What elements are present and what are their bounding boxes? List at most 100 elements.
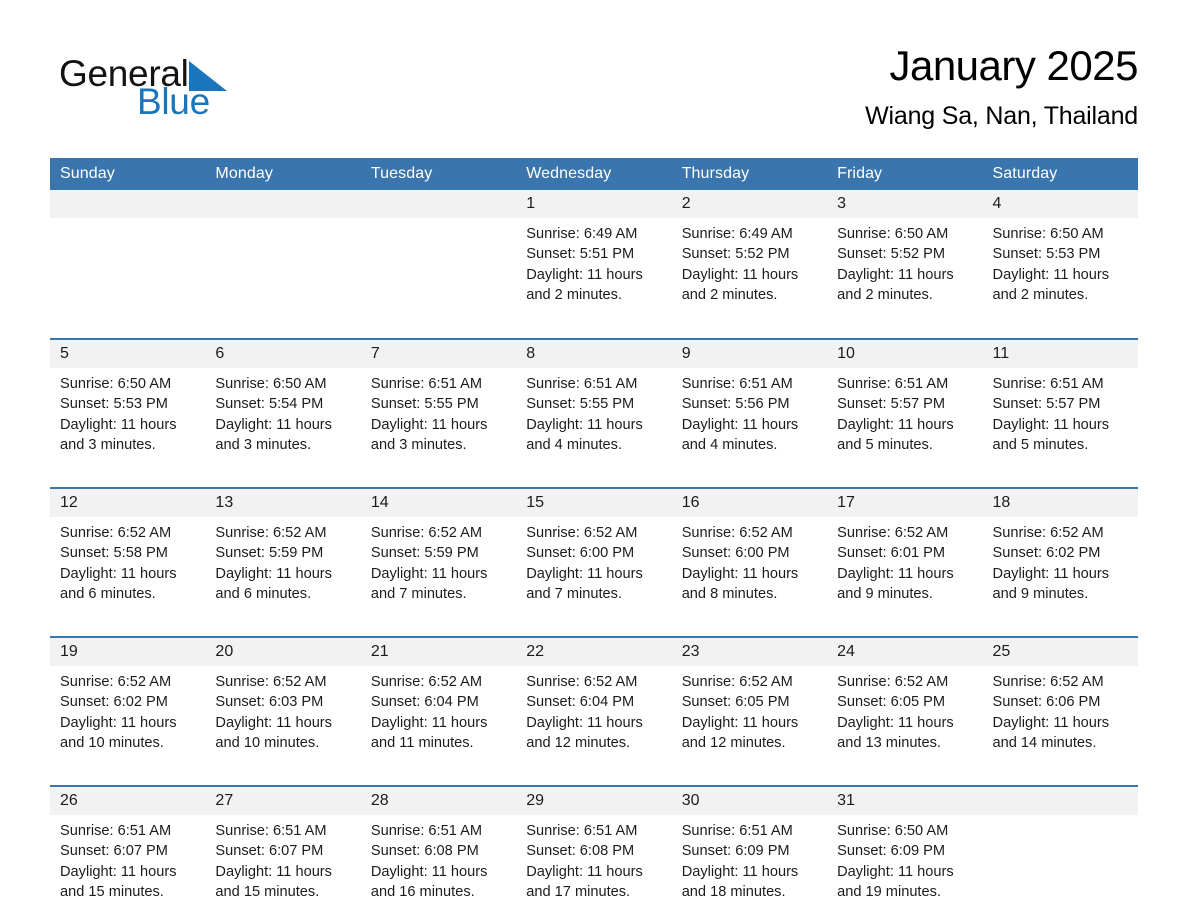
calendar-day-cell[interactable]: 19 Sunrise: 6:52 AM Sunset: 6:02 PM Dayligh… (50, 636, 206, 772)
daylight-text-line2: and 16 minutes. (370, 883, 475, 900)
day-number: 3 (827, 190, 983, 218)
sunrise-text: Sunrise: 6:51 AM (60, 823, 172, 839)
calendar-day-cell[interactable]: 26 Sunrise: 6:51 AM Sunset: 6:07 PM Dayligh… (50, 785, 206, 921)
generalblue-logo[interactable]: General Blue (59, 50, 359, 145)
calendar-day-cell[interactable]: 28 Sunrise: 6:51 AM Sunset: 6:08 PM Dayligh… (360, 785, 517, 921)
sunset-text: Sunset: 5:57 PM (837, 396, 946, 413)
day-number: 25 (982, 638, 1138, 666)
calendar-day-cell[interactable]: 6 Sunrise: 6:50 AM Sunset: 5:54 PM Daylight… (205, 338, 361, 474)
calendar-day-cell[interactable]: 31 Sunrise: 6:50 AM Sunset: 6:09 PM Dayligh… (827, 785, 983, 921)
sunset-text: Sunset: 6:09 PM (837, 843, 946, 860)
sunrise-text: Sunrise: 6:49 AM (526, 226, 638, 242)
day-details: Sunrise: 6:52 AM Sunset: 6:05 PM Daylight:… (672, 666, 827, 753)
daylight-text-line1: Daylight: 11 hours (215, 863, 332, 880)
day-details: Sunrise: 6:52 AM Sunset: 6:00 PM Daylight:… (672, 517, 827, 604)
calendar-day-cell[interactable]: 8 Sunrise: 6:51 AM Sunset: 5:55 PM Daylight… (516, 338, 672, 474)
daylight-text-line2: and 10 minutes. (60, 734, 164, 751)
calendar-day-cell[interactable]: 9 Sunrise: 6:51 AM Sunset: 5:56 PM Daylight… (671, 338, 828, 474)
calendar-day-cell[interactable]: 11 Sunrise: 6:51 AM Sunset: 5:57 PM Dayligh… (982, 338, 1138, 474)
day-details: Sunrise: 6:52 AM Sunset: 5:59 PM Daylight:… (205, 517, 360, 604)
daylight-text-line2: and 12 minutes. (681, 734, 786, 751)
page-title: January 2025 (889, 42, 1138, 89)
calendar-day-cell[interactable]: 24 Sunrise: 6:52 AM Sunset: 6:05 PM Dayligh… (827, 636, 983, 772)
calendar-day-cell[interactable]: 23 Sunrise: 6:52 AM Sunset: 6:05 PM Dayligh… (671, 636, 828, 772)
sunset-text: Sunset: 6:09 PM (681, 843, 790, 860)
sunrise-text: Sunrise: 6:51 AM (215, 823, 327, 839)
calendar-day-cell-empty (982, 785, 1138, 921)
calendar-day-cell[interactable]: 15 Sunrise: 6:52 AM Sunset: 6:00 PM Dayligh… (516, 487, 672, 623)
calendar-day-cell[interactable]: 20 Sunrise: 6:52 AM Sunset: 6:03 PM Dayligh… (205, 636, 361, 772)
sunset-text: Sunset: 5:51 PM (526, 246, 635, 263)
day-details: Sunrise: 6:50 AM Sunset: 5:52 PM Daylight:… (827, 218, 982, 305)
day-number: 28 (360, 787, 517, 815)
sunrise-text: Sunrise: 6:52 AM (215, 674, 327, 690)
calendar-day-cell[interactable]: 22 Sunrise: 6:52 AM Sunset: 6:04 PM Dayligh… (516, 636, 672, 772)
calendar-day-cell[interactable]: 16 Sunrise: 6:52 AM Sunset: 6:00 PM Dayligh… (671, 487, 828, 623)
daylight-text-line2: and 17 minutes. (526, 883, 631, 900)
calendar-day-cell[interactable]: 10 Sunrise: 6:51 AM Sunset: 5:57 PM Dayligh… (827, 338, 983, 474)
day-details: Sunrise: 6:50 AM Sunset: 6:09 PM Daylight:… (827, 815, 982, 902)
sunset-text: Sunset: 5:55 PM (370, 396, 479, 413)
sunrise-text: Sunrise: 6:51 AM (681, 376, 793, 392)
sunrise-text: Sunrise: 6:52 AM (681, 525, 793, 541)
calendar-day-cell[interactable]: 21 Sunrise: 6:52 AM Sunset: 6:04 PM Dayligh… (360, 636, 517, 772)
sunset-text: Sunset: 5:52 PM (681, 246, 790, 263)
calendar-day-cell[interactable]: 7 Sunrise: 6:51 AM Sunset: 5:55 PM Daylight… (360, 338, 517, 474)
calendar-day-cell[interactable]: 25 Sunrise: 6:52 AM Sunset: 6:06 PM Dayligh… (982, 636, 1138, 772)
day-number: 5 (50, 340, 206, 368)
calendar-day-cell[interactable]: 4 Sunrise: 6:50 AM Sunset: 5:53 PM Daylight… (982, 190, 1138, 325)
daylight-text-line1: Daylight: 11 hours (526, 416, 643, 433)
day-number: 8 (516, 340, 672, 368)
sunrise-text: Sunrise: 6:52 AM (60, 525, 172, 541)
daylight-text-line2: and 12 minutes. (526, 734, 631, 751)
sunrise-text: Sunrise: 6:52 AM (681, 674, 793, 690)
week-spacer (50, 772, 1138, 786)
day-number: 15 (516, 489, 672, 517)
day-number (205, 190, 361, 218)
calendar-week-row: 5 Sunrise: 6:50 AM Sunset: 5:53 PM Daylight… (50, 338, 1138, 474)
sunset-text: Sunset: 6:07 PM (215, 843, 324, 860)
daylight-text-line1: Daylight: 11 hours (370, 863, 488, 880)
calendar-day-cell-empty (360, 190, 517, 325)
calendar-day-cell[interactable]: 3 Sunrise: 6:50 AM Sunset: 5:52 PM Daylight… (827, 190, 983, 325)
sunset-text: Sunset: 5:59 PM (215, 545, 324, 562)
day-number: 1 (516, 190, 672, 218)
calendar-day-cell[interactable]: 30 Sunrise: 6:51 AM Sunset: 6:09 PM Dayligh… (671, 785, 828, 921)
day-number: 22 (516, 638, 672, 666)
sunset-text: Sunset: 6:02 PM (60, 694, 168, 711)
daylight-text-line1: Daylight: 11 hours (526, 714, 643, 731)
sunset-text: Sunset: 5:53 PM (60, 396, 168, 413)
calendar-day-cell[interactable]: 5 Sunrise: 6:50 AM Sunset: 5:53 PM Daylight… (50, 338, 206, 474)
sunset-text: Sunset: 5:54 PM (215, 396, 324, 413)
day-number: 17 (827, 489, 983, 517)
daylight-text-line1: Daylight: 11 hours (681, 565, 799, 582)
day-details: Sunrise: 6:52 AM Sunset: 5:58 PM Daylight:… (50, 517, 205, 604)
daylight-text-line2: and 13 minutes. (837, 734, 941, 751)
sunrise-text: Sunrise: 6:50 AM (837, 823, 949, 839)
daylight-text-line2: and 2 minutes. (681, 286, 778, 303)
daylight-text-line2: and 15 minutes. (60, 883, 164, 900)
sunset-text: Sunset: 5:52 PM (837, 246, 946, 263)
calendar-day-cell[interactable]: 1 Sunrise: 6:49 AM Sunset: 5:51 PM Daylight… (516, 190, 672, 325)
daylight-text-line2: and 3 minutes. (370, 436, 467, 453)
calendar-day-cell[interactable]: 27 Sunrise: 6:51 AM Sunset: 6:07 PM Dayligh… (205, 785, 361, 921)
week-spacer (50, 474, 1138, 488)
calendar-day-cell[interactable]: 14 Sunrise: 6:52 AM Sunset: 5:59 PM Dayligh… (360, 487, 517, 623)
day-number (360, 190, 517, 218)
calendar-day-cell[interactable]: 29 Sunrise: 6:51 AM Sunset: 6:08 PM Dayligh… (516, 785, 672, 921)
daylight-text-line1: Daylight: 11 hours (526, 266, 643, 283)
calendar-day-cell[interactable]: 17 Sunrise: 6:52 AM Sunset: 6:01 PM Dayligh… (827, 487, 983, 623)
daylight-text-line1: Daylight: 11 hours (681, 416, 799, 433)
daylight-text-line1: Daylight: 11 hours (837, 416, 954, 433)
day-number: 26 (50, 787, 206, 815)
calendar-day-cell[interactable]: 13 Sunrise: 6:52 AM Sunset: 5:59 PM Dayligh… (205, 487, 361, 623)
sunset-text: Sunset: 6:04 PM (526, 694, 635, 711)
calendar-day-cell[interactable]: 2 Sunrise: 6:49 AM Sunset: 5:52 PM Daylight… (671, 190, 828, 325)
calendar-day-cell[interactable]: 12 Sunrise: 6:52 AM Sunset: 5:58 PM Dayligh… (50, 487, 206, 623)
day-number: 20 (205, 638, 361, 666)
day-details: Sunrise: 6:52 AM Sunset: 6:01 PM Daylight:… (827, 517, 982, 604)
day-details: Sunrise: 6:51 AM Sunset: 5:57 PM Daylight:… (983, 368, 1138, 455)
calendar-day-cell[interactable]: 18 Sunrise: 6:52 AM Sunset: 6:02 PM Dayligh… (982, 487, 1138, 623)
day-number: 14 (360, 489, 517, 517)
sunrise-text: Sunrise: 6:51 AM (526, 823, 638, 839)
